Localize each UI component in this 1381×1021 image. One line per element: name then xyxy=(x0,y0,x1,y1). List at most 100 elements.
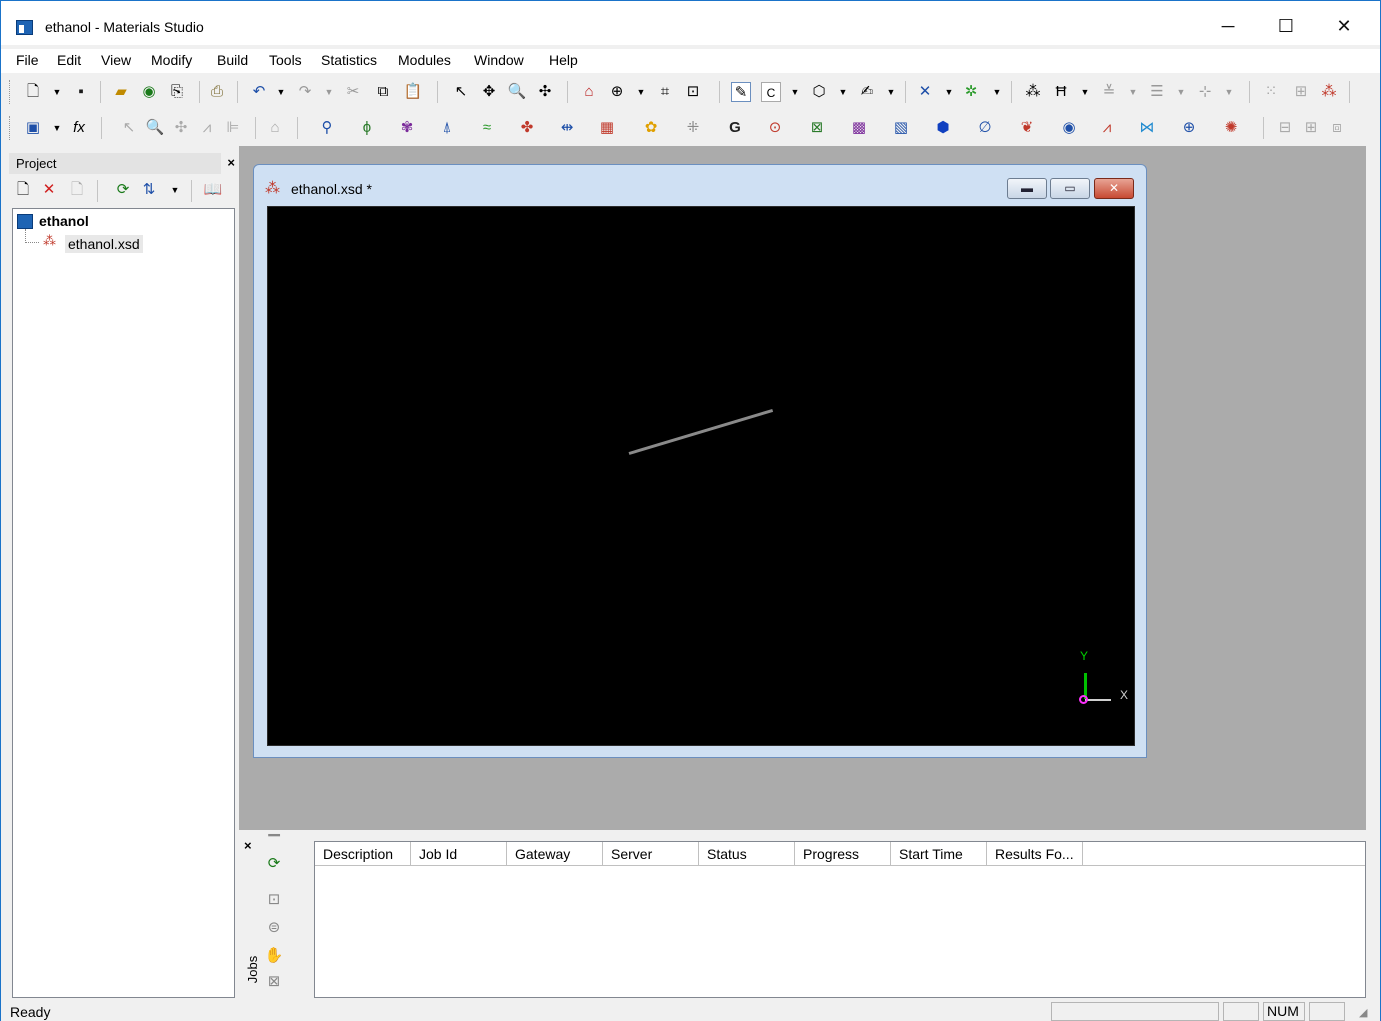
cascade-icon[interactable]: ⧈ xyxy=(1327,118,1347,138)
module-reflex-icon[interactable]: ∅ xyxy=(975,118,995,138)
module-dftb-icon[interactable]: ✤ xyxy=(517,118,537,138)
arrange-dropdown-icon[interactable]: ▼ xyxy=(1219,82,1239,102)
menu-statistics[interactable]: Statistics xyxy=(321,52,377,68)
bond-type-dropdown-icon[interactable]: ▼ xyxy=(1075,82,1095,102)
refresh-icon[interactable]: ⟳ xyxy=(113,180,133,200)
molecule-bond[interactable] xyxy=(628,408,774,455)
tree-root-item[interactable]: ethanol xyxy=(17,213,89,229)
sort-dropdown-icon[interactable]: ▼ xyxy=(165,180,185,200)
save-icon[interactable]: ▪ xyxy=(71,82,91,102)
sketch-atom-icon[interactable]: ✎ xyxy=(731,82,751,102)
select-arrow-icon[interactable]: ↖ xyxy=(451,82,471,102)
child-minimize-button[interactable]: ▬ xyxy=(1007,178,1047,199)
molecule-icon[interactable]: ⁂ xyxy=(1319,82,1339,102)
jobs-download-icon[interactable]: ⊜ xyxy=(263,918,285,940)
menu-view[interactable]: View xyxy=(101,52,131,68)
script-icon[interactable]: ▣ xyxy=(23,118,43,138)
module-g-icon[interactable]: G xyxy=(725,118,745,138)
distribute-icon[interactable]: ☰ xyxy=(1147,82,1167,102)
chart-tool-disabled-icon[interactable]: ⊫ xyxy=(223,118,243,138)
menu-file[interactable]: File xyxy=(16,52,39,68)
center-dropdown-icon[interactable]: ▼ xyxy=(631,82,651,102)
new-dropdown-icon[interactable]: ▼ xyxy=(47,82,67,102)
calculate-bonds-icon[interactable]: ⁂ xyxy=(1023,82,1043,102)
column-results-folder[interactable]: Results Fo... xyxy=(987,842,1083,866)
pan-disabled-icon[interactable]: ✣ xyxy=(171,118,191,138)
module-qmera-icon[interactable]: ⬢ xyxy=(933,118,953,138)
home-disabled-icon[interactable]: ⌂ xyxy=(265,118,285,138)
arrange-icon[interactable]: ⊹ xyxy=(1195,82,1215,102)
module-mesodyn-icon[interactable]: ⊙ xyxy=(765,118,785,138)
symmetry-icon[interactable]: ⁙ xyxy=(1261,82,1281,102)
zoom-icon[interactable]: 🔍 xyxy=(507,82,527,102)
menu-modules[interactable]: Modules xyxy=(398,52,451,68)
sort-icon[interactable]: ⇅ xyxy=(139,180,159,200)
column-status[interactable]: Status xyxy=(699,842,795,866)
clean-icon[interactable]: ✲ xyxy=(961,82,981,102)
redo-dropdown-icon[interactable]: ▼ xyxy=(319,82,339,102)
child-close-button[interactable]: ✕ xyxy=(1094,178,1134,199)
tree-item-ethanol-xsd[interactable]: ethanol.xsd xyxy=(65,235,143,253)
measure-disabled-icon[interactable]: ⩘ xyxy=(197,118,217,138)
minimize-button[interactable]: ─ xyxy=(1205,11,1251,41)
hydrogen-dropdown-icon[interactable]: ▼ xyxy=(939,82,959,102)
menu-tools[interactable]: Tools xyxy=(269,52,302,68)
module-analysis-icon[interactable]: ⩘ xyxy=(1097,118,1117,138)
export-icon[interactable]: ⎘ xyxy=(167,82,187,102)
toolbar-grip[interactable] xyxy=(9,116,12,140)
undo-icon[interactable]: ↶ xyxy=(249,82,269,102)
cut-icon[interactable]: ✂ xyxy=(343,82,363,102)
column-description[interactable]: Description xyxy=(315,842,411,866)
menu-window[interactable]: Window xyxy=(474,52,524,68)
module-adsorption-icon[interactable]: ϕ xyxy=(357,118,377,138)
module-amorphous-icon[interactable]: ⚲ xyxy=(317,118,337,138)
copy-icon[interactable]: ⧉ xyxy=(373,82,393,102)
ring-dropdown-icon[interactable]: ▼ xyxy=(833,82,853,102)
3d-viewer[interactable]: Y X xyxy=(267,206,1135,746)
jobs-properties-icon[interactable]: ⊡ xyxy=(263,890,285,912)
display-style-icon[interactable]: ⊡ xyxy=(683,82,703,102)
column-server[interactable]: Server xyxy=(603,842,699,866)
module-dmol-icon[interactable]: ⇹ xyxy=(557,118,577,138)
paste-icon[interactable]: 📋 xyxy=(403,82,423,102)
module-morphology-icon[interactable]: ⊠ xyxy=(807,118,827,138)
undo-dropdown-icon[interactable]: ▼ xyxy=(271,82,291,102)
module-qsar-icon[interactable]: ⊕ xyxy=(1179,118,1199,138)
distribute-dropdown-icon[interactable]: ▼ xyxy=(1171,82,1191,102)
menu-edit[interactable]: Edit xyxy=(57,52,81,68)
align-icon[interactable]: ≚ xyxy=(1099,82,1119,102)
book-icon[interactable]: 📖 xyxy=(203,180,223,200)
clean-dropdown-icon[interactable]: ▼ xyxy=(987,82,1007,102)
maximize-button[interactable]: ☐ xyxy=(1263,11,1309,41)
element-selector-icon[interactable]: C xyxy=(761,82,781,102)
fit-to-screen-icon[interactable]: ⌗ xyxy=(655,82,675,102)
print-icon[interactable]: ⎙ xyxy=(207,82,227,102)
module-conformers-icon[interactable]: ≈ xyxy=(477,118,497,138)
column-start-time[interactable]: Start Time xyxy=(891,842,987,866)
delete-icon[interactable]: ✕ xyxy=(39,180,59,200)
module-vamp-icon[interactable]: ◉ xyxy=(1059,118,1079,138)
fragment-dropdown-icon[interactable]: ▼ xyxy=(881,82,901,102)
new-document-icon[interactable]: 🗋 xyxy=(23,82,43,102)
menu-modify[interactable]: Modify xyxy=(151,52,192,68)
open-folder-icon[interactable]: ▰ xyxy=(111,82,131,102)
jobs-stop-icon[interactable]: ✋ xyxy=(263,946,285,968)
jobs-refresh-icon[interactable]: ⟳ xyxy=(263,854,285,876)
module-gulp-icon[interactable]: ⁜ xyxy=(683,118,703,138)
module-sorption-icon[interactable]: ❦ xyxy=(1017,118,1037,138)
redo-icon[interactable]: ↷ xyxy=(295,82,315,102)
zoom-disabled-icon[interactable]: 🔍 xyxy=(145,118,165,138)
module-castep-icon[interactable]: ⍋ xyxy=(437,118,457,138)
column-progress[interactable]: Progress xyxy=(795,842,891,866)
function-icon[interactable]: fx xyxy=(69,118,89,138)
module-forcite-icon[interactable]: ✿ xyxy=(641,118,661,138)
column-gateway[interactable]: Gateway xyxy=(507,842,603,866)
center-icon[interactable]: ⊕ xyxy=(607,82,627,102)
jobs-panel-close-button[interactable]: × xyxy=(244,838,252,853)
new-folder-icon[interactable]: 🗋 xyxy=(13,180,33,200)
properties-icon[interactable]: 🗋 xyxy=(67,180,87,200)
crystal-icon[interactable]: ⊞ xyxy=(1291,82,1311,102)
sketch-ring-icon[interactable]: ⬡ xyxy=(809,82,829,102)
home-view-icon[interactable]: ⌂ xyxy=(579,82,599,102)
align-dropdown-icon[interactable]: ▼ xyxy=(1123,82,1143,102)
